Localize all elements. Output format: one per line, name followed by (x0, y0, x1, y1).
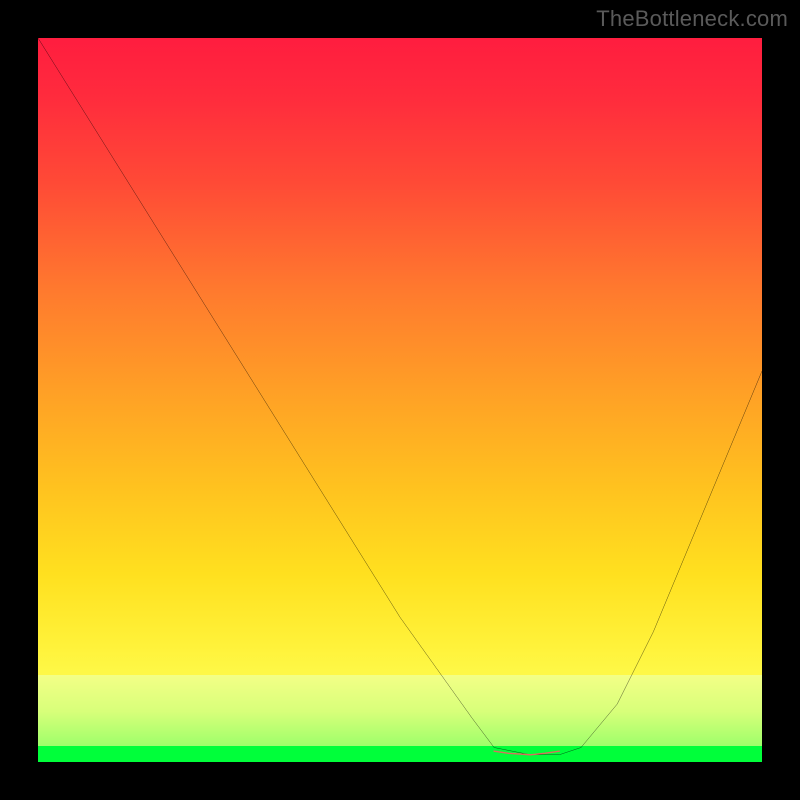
optimal-path (494, 751, 559, 755)
plot-area (38, 38, 762, 762)
optimal-segment (494, 751, 559, 755)
curve-path (38, 38, 762, 755)
chart-frame: TheBottleneck.com (0, 0, 800, 800)
watermark-text: TheBottleneck.com (596, 6, 788, 32)
curve-layer (38, 38, 762, 762)
bottleneck-curve (38, 38, 762, 755)
